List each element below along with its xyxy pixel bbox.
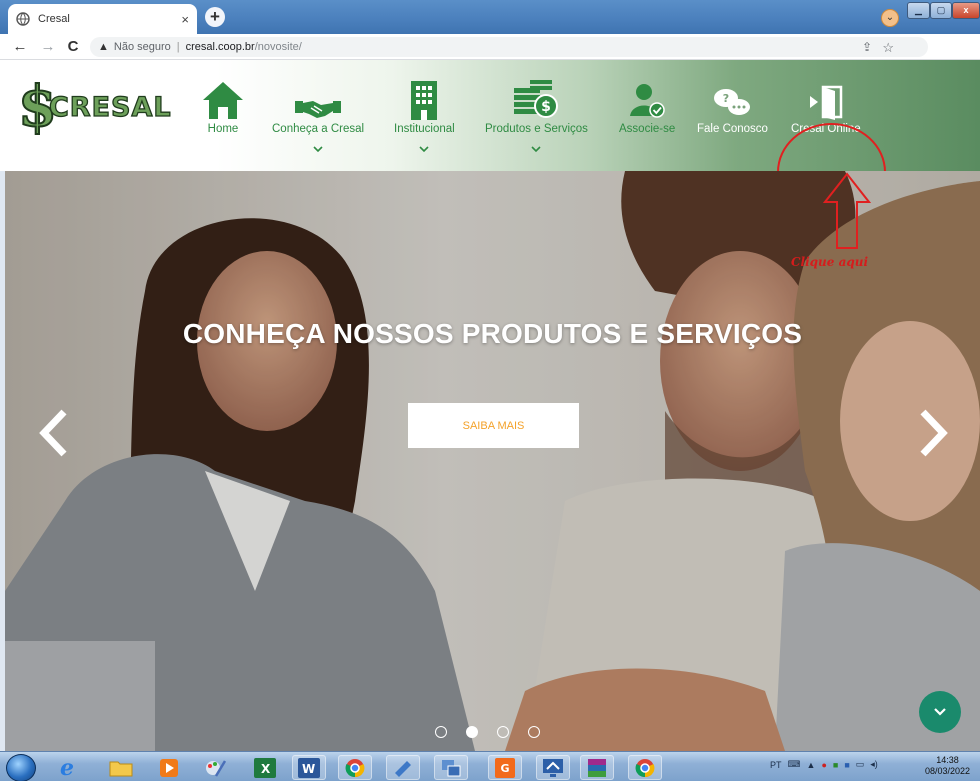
- reload-icon[interactable]: C: [63, 37, 83, 57]
- security-tray-icon[interactable]: ●: [821, 760, 826, 770]
- language-indicator[interactable]: PT: [770, 760, 782, 770]
- nav-label: Associe-se: [619, 123, 676, 135]
- start-button[interactable]: [6, 754, 36, 781]
- excel-icon[interactable]: X: [248, 755, 282, 780]
- chevron-down-icon[interactable]: [419, 145, 429, 153]
- svg-text:W: W: [302, 762, 315, 776]
- network-icon[interactable]: [434, 755, 468, 780]
- nav-label: Institucional: [394, 123, 455, 135]
- taskbar-clock[interactable]: 14:38 08/03/2022: [925, 755, 970, 777]
- nav-institucional[interactable]: Institucional: [394, 76, 455, 153]
- windows-taskbar: e X W G PT ⌨ ▲ ● ■ ■ ▭ ◂) 14:38 08/03/20…: [0, 751, 980, 781]
- monitor-icon[interactable]: [536, 755, 570, 780]
- keyboard-icon[interactable]: ⌨: [788, 759, 801, 770]
- nav-associe-se[interactable]: Associe-se: [619, 76, 675, 135]
- clock-time: 14:38: [936, 755, 959, 765]
- handshake-icon: [295, 76, 342, 120]
- chevron-right-icon[interactable]: [915, 408, 949, 458]
- browser-toolbar: ← → C ▲ Não seguro | cresal.coop.br/novo…: [0, 34, 980, 91]
- scroll-down-button[interactable]: [919, 691, 961, 733]
- minimize-button[interactable]: ▁: [907, 2, 930, 19]
- carousel-dot[interactable]: [435, 726, 447, 738]
- pdf-icon[interactable]: G: [488, 755, 522, 780]
- address-separator: |: [176, 41, 180, 53]
- carousel-dot[interactable]: [466, 726, 478, 738]
- folder-icon[interactable]: [104, 755, 138, 780]
- chevron-up-icon[interactable]: ▲: [807, 760, 816, 770]
- chrome-icon[interactable]: [628, 755, 662, 780]
- browser-tabstrip: Cresal × + ⌄ ▁ ▢ x: [0, 0, 980, 34]
- nav-produtos-servicos[interactable]: $ Produtos e Serviços: [485, 76, 588, 153]
- globe-icon: [16, 12, 30, 26]
- paint-icon[interactable]: [198, 755, 232, 780]
- nav-label: Produtos e Serviços: [485, 123, 588, 135]
- share-icon[interactable]: ⇪: [862, 40, 872, 54]
- address-bar[interactable]: ▲ Não seguro | cresal.coop.br/novosite/ …: [90, 37, 928, 57]
- door-exit-icon: [808, 76, 844, 120]
- nav-home[interactable]: Home: [202, 76, 244, 135]
- site-header: $ CRESAL Home Conheça a Cresal Instituci…: [0, 60, 980, 221]
- system-tray: PT ⌨ ▲ ● ■ ■ ▭ ◂): [770, 759, 878, 770]
- tab-title: Cresal: [38, 13, 70, 25]
- new-tab-button[interactable]: +: [205, 7, 225, 27]
- url-path: /novosite/: [254, 41, 302, 53]
- nav-label: Fale Conosco: [697, 123, 768, 135]
- back-arrow-icon[interactable]: ←: [10, 37, 30, 57]
- chevron-down-icon[interactable]: ⌄: [881, 9, 899, 27]
- logo-wordmark: CRESAL: [48, 91, 172, 123]
- chat-bubbles-icon: ?: [712, 76, 752, 120]
- home-icon: [202, 76, 244, 120]
- update-tray-icon[interactable]: ■: [833, 760, 838, 770]
- maximize-button[interactable]: ▢: [930, 2, 952, 19]
- annotation-text: Clique aqui: [791, 255, 869, 269]
- carousel-dot[interactable]: [528, 726, 540, 738]
- media-player-icon[interactable]: [152, 755, 186, 780]
- close-window-button[interactable]: x: [952, 2, 980, 19]
- chevron-down-icon[interactable]: [313, 145, 323, 153]
- browser-tab[interactable]: Cresal ×: [8, 4, 197, 34]
- saiba-mais-button[interactable]: SAIBA MAIS: [408, 403, 579, 448]
- winrar-icon[interactable]: [580, 755, 614, 780]
- user-check-icon: [628, 76, 666, 120]
- nav-fale-conosco[interactable]: ? Fale Conosco: [697, 76, 768, 135]
- word-icon[interactable]: W: [292, 755, 326, 780]
- annotation-arrow-icon: [823, 172, 871, 249]
- volume-icon[interactable]: ◂): [870, 759, 878, 770]
- chevron-down-icon[interactable]: [531, 145, 542, 153]
- cresal-logo[interactable]: $ CRESAL: [17, 78, 172, 136]
- notepad-icon[interactable]: [386, 755, 420, 780]
- network-tray-icon[interactable]: ▭: [856, 759, 865, 770]
- nav-label: Home: [207, 123, 239, 135]
- app-tray-icon[interactable]: ■: [844, 760, 849, 770]
- nav-conheca[interactable]: Conheça a Cresal: [272, 76, 364, 153]
- forward-arrow-icon[interactable]: →: [38, 37, 58, 57]
- svg-text:$: $: [542, 99, 552, 115]
- chevron-left-icon[interactable]: [38, 408, 72, 458]
- chevron-down-icon: [934, 708, 946, 716]
- svg-text:?: ?: [723, 92, 729, 105]
- carousel-indicators: [435, 726, 540, 738]
- bookmark-star-icon[interactable]: ☆: [882, 40, 894, 56]
- security-label: Não seguro: [113, 41, 171, 53]
- tab-close-icon[interactable]: ×: [181, 12, 189, 27]
- nav-label: Conheça a Cresal: [272, 123, 365, 135]
- chrome-icon[interactable]: [338, 755, 372, 780]
- svg-text:G: G: [500, 762, 509, 775]
- internet-explorer-icon[interactable]: e: [50, 755, 84, 781]
- hero-title: CONHEÇA NOSSOS PRODUTOS E SERVIÇOS: [182, 318, 803, 349]
- warning-icon: ▲: [98, 41, 109, 53]
- clock-date: 08/03/2022: [925, 766, 971, 776]
- money-stack-icon: $: [512, 76, 560, 120]
- carousel-dot[interactable]: [497, 726, 509, 738]
- building-icon: [409, 76, 439, 120]
- url-host: cresal.coop.br: [185, 41, 255, 53]
- svg-text:X: X: [261, 762, 271, 776]
